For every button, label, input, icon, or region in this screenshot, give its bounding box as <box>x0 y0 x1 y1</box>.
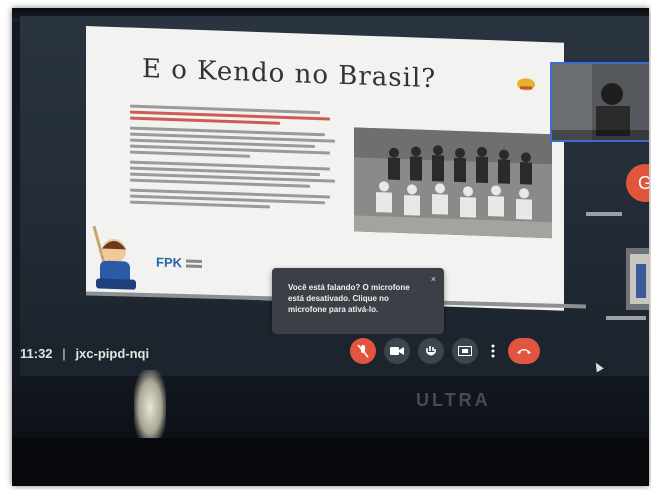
camera-icon <box>390 347 404 355</box>
monitor-brand-label: ULTRA <box>416 390 491 410</box>
mic-muted-tooltip: Você está falando? O microfone está desa… <box>272 268 444 340</box>
tooltip-message: Você está falando? O microfone está desa… <box>288 283 410 314</box>
present-icon <box>458 346 472 356</box>
slide-body-text <box>130 102 340 214</box>
meeting-code: jxc-pipd-nqi <box>75 346 150 361</box>
end-call-icon <box>517 349 531 354</box>
participant-name-3 <box>606 316 646 323</box>
camera-toggle-button[interactable] <box>384 338 410 364</box>
more-options-button[interactable] <box>480 338 506 364</box>
meet-window: E o Kendo no Brasil? FPK G Você está fal… <box>20 16 649 380</box>
participant-name-2 <box>586 212 622 219</box>
participant-avatar[interactable]: G <box>626 164 649 202</box>
monitor-stand-shadow <box>12 438 649 486</box>
kendo-mascot-illustration <box>92 225 136 290</box>
fpk-logo-text: FPK <box>156 254 182 271</box>
screen-photo: E o Kendo no Brasil? FPK G Você está fal… <box>12 8 649 486</box>
participant-tile-1[interactable] <box>550 62 649 142</box>
participant-tile-3[interactable] <box>626 248 649 310</box>
fpk-logo-caption-2 <box>186 264 202 269</box>
participant-video <box>552 64 649 140</box>
raise-hand-button[interactable] <box>418 338 444 364</box>
more-options-icon <box>491 344 495 358</box>
end-call-button[interactable] <box>508 338 540 364</box>
meeting-separator: | <box>62 346 66 361</box>
slide-corner-logo <box>517 78 535 91</box>
fpk-logo-caption <box>186 259 202 264</box>
meeting-info: 11:32 | jxc-pipd-nqi <box>20 346 149 361</box>
slide-title: E o Kendo no Brasil? <box>142 53 437 95</box>
photo-frame: E o Kendo no Brasil? FPK G Você está fal… <box>0 0 651 490</box>
mic-off-icon <box>357 344 369 358</box>
room-light-reflection <box>134 370 166 444</box>
slide-historic-photo <box>354 127 552 239</box>
mic-toggle-button[interactable] <box>350 338 376 364</box>
meeting-time: 11:32 <box>20 346 53 361</box>
present-now-button[interactable] <box>452 338 478 364</box>
participant-video-3 <box>626 248 649 310</box>
tooltip-close-button[interactable]: × <box>431 274 436 284</box>
raise-hand-icon <box>426 346 436 356</box>
